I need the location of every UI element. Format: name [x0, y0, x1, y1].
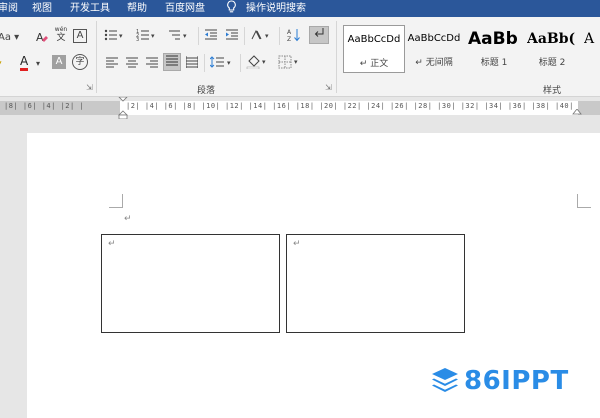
paragraph-dialog-launcher-icon[interactable]: ⇲ — [325, 83, 332, 92]
align-left-icon[interactable] — [106, 56, 118, 72]
line-spacing-icon[interactable]: ▾ — [209, 56, 234, 72]
decrease-indent-icon[interactable] — [204, 28, 218, 46]
svg-text:▾: ▾ — [262, 58, 266, 66]
paragraph-mark: ↵ — [124, 214, 132, 224]
tell-me-search[interactable]: 操作说明搜索 — [246, 0, 306, 17]
align-right-icon[interactable] — [146, 56, 158, 72]
increase-indent-icon[interactable] — [225, 28, 239, 46]
svg-text:A: A — [36, 31, 44, 44]
horizontal-ruler[interactable]: |8| |6| |4| |2| | |2| |4| |6| |8| |10| |… — [0, 97, 600, 119]
font-color-button[interactable]: A — [20, 55, 29, 71]
svg-text:3: 3 — [136, 37, 139, 42]
phonetic-guide-button[interactable]: wén 文 — [54, 26, 68, 43]
align-center-icon[interactable] — [126, 56, 138, 72]
margin-corner-top-right — [577, 194, 591, 208]
chinese-layout-icon[interactable]: ▾ — [251, 28, 273, 46]
enclose-characters-button[interactable]: 字 — [72, 54, 88, 70]
text-box-2-paragraph-mark: ↵ — [293, 239, 301, 249]
svg-text:▾: ▾ — [294, 58, 298, 66]
svg-text:Z: Z — [287, 36, 291, 42]
stacked-layers-icon — [432, 368, 458, 392]
styles-group-label: 样式 — [543, 86, 562, 96]
margin-corner-top-left — [109, 194, 123, 208]
text-box-1-paragraph-mark: ↵ — [108, 239, 116, 249]
show-hide-paragraph-marks-button[interactable] — [309, 26, 329, 44]
ruler-left-numbers: |8| |6| |4| |2| | — [4, 102, 85, 110]
character-shading-button[interactable]: A — [52, 55, 66, 69]
menu-help[interactable]: 帮助 — [127, 0, 147, 17]
svg-text:▾: ▾ — [119, 32, 123, 40]
bullets-button[interactable]: ▾ — [104, 28, 126, 46]
watermark-logo: 86IPPT — [430, 366, 569, 396]
font-color-dropdown[interactable]: ▾ — [36, 57, 40, 71]
distributed-align-icon[interactable] — [185, 56, 199, 72]
right-indent-marker-icon[interactable] — [572, 109, 582, 117]
style-heading-2[interactable]: AaBb( 标题 2 — [521, 25, 583, 73]
character-border-button[interactable]: A — [73, 29, 87, 43]
borders-icon[interactable]: ▾ — [278, 55, 302, 73]
svg-text:▾: ▾ — [227, 59, 231, 67]
menu-view[interactable]: 视图 — [32, 0, 52, 17]
svg-text:▾: ▾ — [265, 32, 269, 40]
svg-text:▾: ▾ — [183, 32, 187, 40]
style-heading-3[interactable]: A — [582, 25, 600, 73]
ruler-right-numbers: |2| |4| |6| |8| |10| |12| |14| |16| |18|… — [126, 102, 574, 110]
text-box-1[interactable]: ↵ — [101, 234, 280, 333]
multilevel-list-button[interactable]: ▾ — [168, 28, 190, 46]
justify-icon[interactable] — [163, 53, 181, 71]
menu-developer[interactable]: 开发工具 — [70, 0, 110, 17]
numbering-button[interactable]: 1 2 3 ▾ — [136, 28, 158, 46]
ribbon: Aa ▾ A wén文 A ▾ A ▾ A 字 ⇲ ▾ 123▾ ▾ ▾ AZ — [0, 17, 600, 97]
style-heading-1[interactable]: AaBb 标题 1 — [463, 25, 525, 73]
shading-bucket-icon[interactable]: ▾ — [246, 55, 270, 73]
indent-markers-icon[interactable] — [118, 97, 128, 119]
highlight-dropdown[interactable]: ▾ — [0, 57, 2, 71]
style-normal[interactable]: AaBbCcDd ↵ 正文 — [343, 25, 405, 73]
clear-formatting-icon[interactable]: A — [35, 30, 49, 48]
style-no-spacing[interactable]: AaBbCcDd ↵ 无间隔 — [403, 25, 465, 73]
paragraph-group-label: 段落 — [197, 86, 216, 96]
font-dialog-launcher-icon[interactable]: ⇲ — [86, 83, 93, 92]
menu-bar: 审阅 视图 开发工具 帮助 百度网盘 操作说明搜索 — [0, 0, 600, 17]
svg-text:A: A — [287, 29, 292, 36]
svg-text:▾: ▾ — [151, 32, 155, 40]
text-box-2[interactable]: ↵ — [286, 234, 465, 333]
menu-review[interactable]: 审阅 — [0, 0, 18, 17]
watermark-text: 86IPPT — [464, 366, 569, 396]
sort-icon[interactable]: AZ — [287, 28, 301, 46]
change-case-button[interactable]: Aa ▾ — [0, 31, 19, 45]
menu-baidu-netdisk[interactable]: 百度网盘 — [165, 0, 205, 17]
